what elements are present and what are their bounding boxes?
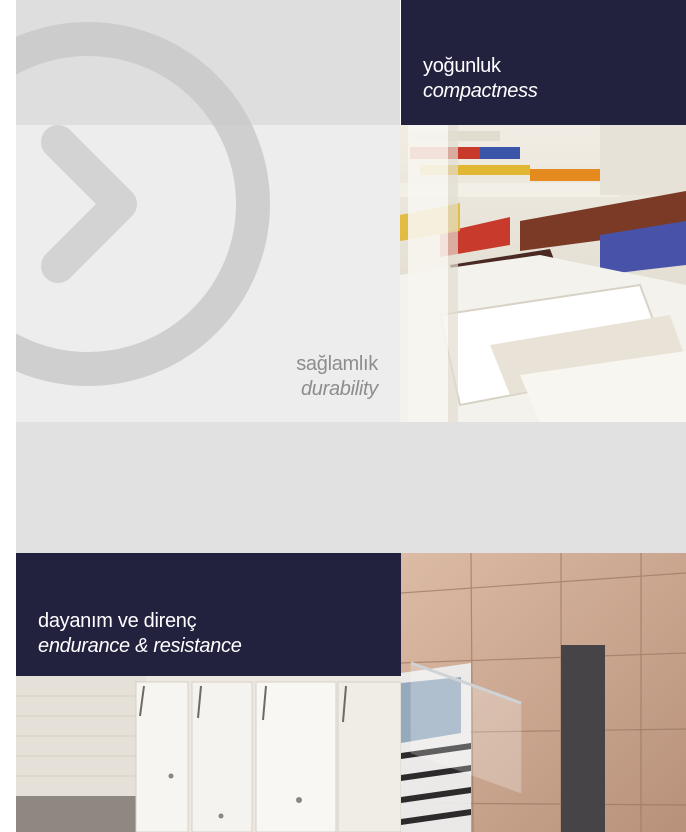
durability-label: sağlamlık durability	[296, 352, 378, 402]
durability-panel: sağlamlık durability	[16, 0, 400, 422]
compactness-header: yoğunluk compactness	[401, 0, 686, 125]
staircase-panels-photo	[401, 553, 686, 832]
durability-label-en: durability	[300, 378, 378, 400]
endurance-label-tr: dayanım ve direnç	[38, 610, 197, 632]
compactness-label-tr: yoğunluk	[423, 55, 501, 77]
middle-grey-strip	[16, 422, 686, 553]
endurance-label-en: endurance & resistance	[38, 635, 242, 657]
durability-label-tr: sağlamlık	[296, 353, 378, 375]
restroom-cubicles-photo	[16, 676, 401, 832]
compactness-label-en: compactness	[423, 80, 538, 102]
endurance-header: dayanım ve direnç endurance & resistance	[16, 553, 401, 676]
cafeteria-photo	[400, 125, 686, 422]
